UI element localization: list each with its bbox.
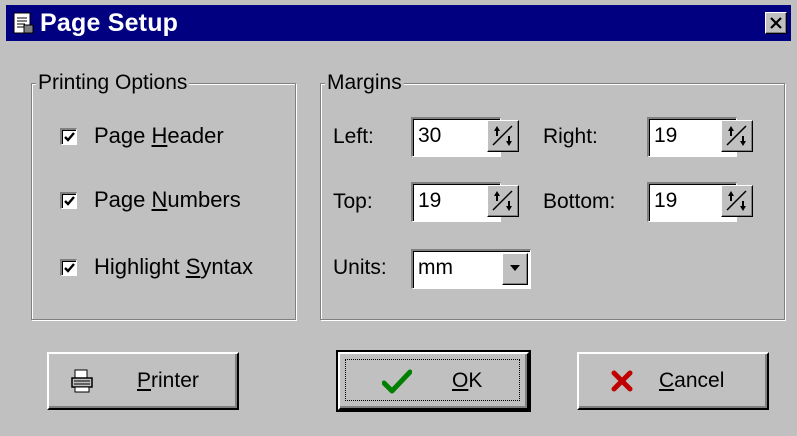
checkmark-icon bbox=[64, 132, 75, 142]
margins-group: Margins Left: 30 Right: 19 Top: 19 Botto… bbox=[320, 71, 785, 320]
chevron-down-icon bbox=[510, 265, 520, 271]
x-icon bbox=[611, 370, 633, 392]
top-margin-spinner[interactable] bbox=[487, 185, 519, 217]
highlight-syntax-label: Highlight Syntax bbox=[94, 254, 253, 279]
bottom-margin-label: Bottom: bbox=[543, 190, 616, 213]
cancel-label: Cancel bbox=[659, 369, 725, 392]
units-value: mm bbox=[418, 256, 453, 279]
top-margin-label: Top: bbox=[333, 190, 373, 213]
margins-title: Margins bbox=[325, 71, 404, 95]
units-label: Units: bbox=[333, 256, 387, 279]
spin-arrows-icon bbox=[492, 125, 513, 146]
printing-options-title: Printing Options bbox=[36, 71, 190, 95]
spin-arrows-icon bbox=[726, 125, 747, 146]
printer-button[interactable]: Printer bbox=[47, 352, 239, 410]
bottom-margin-spinner[interactable] bbox=[721, 185, 753, 217]
bottom-margin-value: 19 bbox=[654, 189, 678, 212]
left-margin-spinner[interactable] bbox=[487, 120, 519, 152]
right-margin-value: 19 bbox=[654, 124, 678, 147]
ok-button[interactable]: OK bbox=[336, 350, 531, 412]
title-bar[interactable]: Page Setup bbox=[6, 5, 791, 41]
checkmark-icon bbox=[64, 196, 75, 206]
page-setup-icon bbox=[13, 12, 34, 34]
page-setup-dialog: Page Setup Printing Options Page Header … bbox=[0, 0, 797, 436]
printing-options-group: Printing Options Page Header Page Number… bbox=[31, 71, 296, 320]
units-select[interactable]: mm bbox=[411, 249, 531, 289]
close-button[interactable] bbox=[765, 12, 787, 34]
close-icon bbox=[770, 17, 782, 29]
checkmark-icon bbox=[64, 263, 75, 273]
printer-icon bbox=[71, 369, 93, 393]
cancel-button[interactable]: Cancel bbox=[577, 352, 769, 410]
checkbox-box[interactable] bbox=[60, 192, 77, 209]
right-margin-label: Right: bbox=[543, 125, 598, 148]
page-numbers-label: Page Numbers bbox=[94, 187, 241, 212]
left-margin-label: Left: bbox=[333, 125, 374, 148]
checkbox-box[interactable] bbox=[60, 259, 77, 276]
spin-arrows-icon bbox=[492, 190, 513, 211]
checkbox-box[interactable] bbox=[60, 128, 77, 145]
focus-rect bbox=[345, 359, 520, 401]
spin-arrows-icon bbox=[726, 190, 747, 211]
checkmark-icon bbox=[382, 369, 412, 394]
window-title: Page Setup bbox=[40, 9, 179, 37]
page-header-label: Page Header bbox=[94, 123, 224, 148]
top-margin-value: 19 bbox=[418, 189, 442, 212]
left-margin-value: 30 bbox=[418, 124, 442, 147]
units-dropdown-button[interactable] bbox=[502, 253, 528, 285]
printer-label: Printer bbox=[137, 369, 199, 392]
right-margin-spinner[interactable] bbox=[721, 120, 753, 152]
ok-label: OK bbox=[452, 369, 483, 392]
